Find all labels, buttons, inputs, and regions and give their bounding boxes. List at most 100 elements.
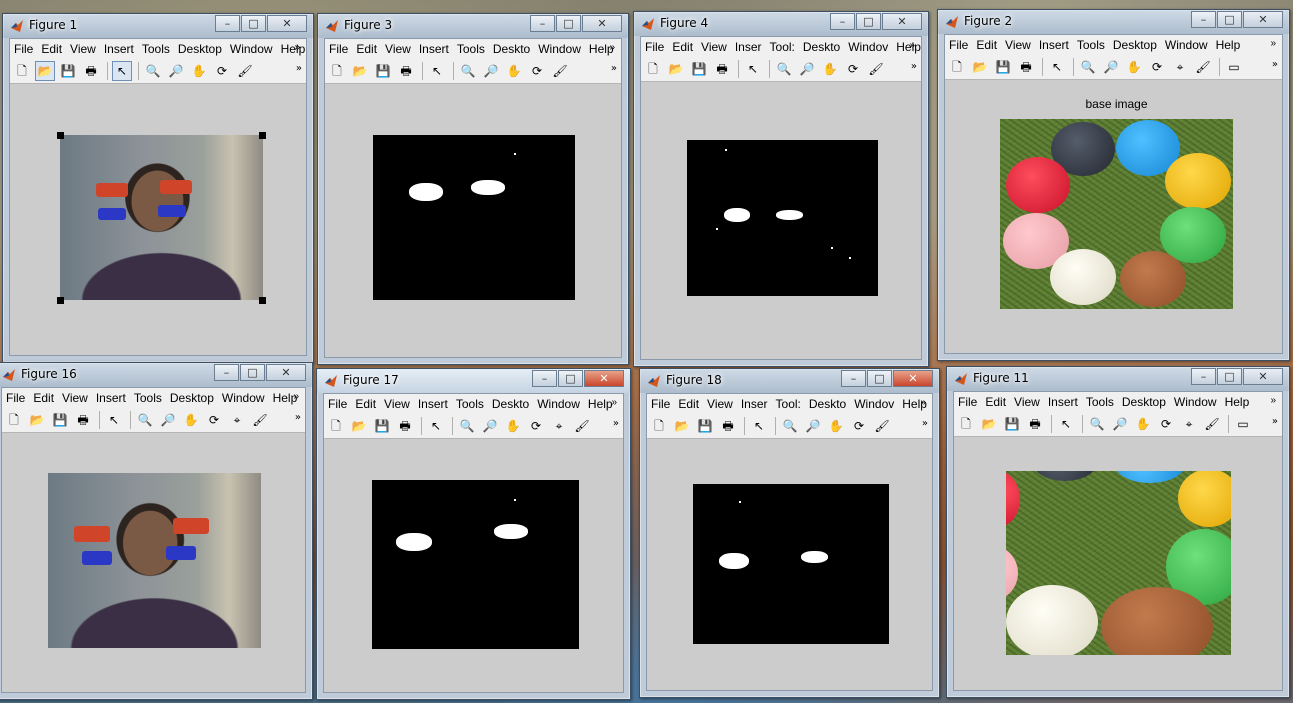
menu-edit[interactable]: Edit xyxy=(668,40,697,54)
menu-edit[interactable]: Edit xyxy=(29,391,58,405)
open-folder-icon[interactable]: 📂 xyxy=(35,61,55,81)
zoom-in-icon[interactable]: 🔍 xyxy=(458,417,476,435)
print-icon[interactable]: 🖶 xyxy=(74,411,92,429)
close-button[interactable]: ✕ xyxy=(584,370,624,387)
menu-desktop[interactable]: Desktop xyxy=(1118,395,1170,409)
minimize-button[interactable]: – xyxy=(830,13,855,30)
menu-desktop[interactable]: Desktop xyxy=(174,42,226,56)
save-icon[interactable]: 💾 xyxy=(690,60,708,78)
menu-edit[interactable]: Edit xyxy=(972,38,1001,52)
menu-file[interactable]: File xyxy=(641,40,668,54)
pointer-icon[interactable]: ↖ xyxy=(1057,415,1075,433)
data-cursor-icon[interactable]: ⌖ xyxy=(1171,58,1189,76)
pan-hand-icon[interactable]: ✋ xyxy=(1134,415,1152,433)
menu-help[interactable]: Help xyxy=(1221,395,1254,409)
open-folder-icon[interactable]: 📂 xyxy=(980,415,998,433)
menu-view[interactable]: View xyxy=(381,42,415,56)
maximize-button[interactable]: □ xyxy=(1217,368,1242,385)
toolbar-overflow-icon[interactable]: » xyxy=(922,418,928,429)
figure-window-17[interactable]: Figure 17 – □ ✕ File Edit View Insert To… xyxy=(316,368,631,700)
open-folder-icon[interactable]: 📂 xyxy=(667,60,685,78)
axes-binary-mask[interactable] xyxy=(372,480,579,649)
menu-overflow-icon[interactable]: » xyxy=(605,42,619,53)
menu-tools[interactable]: Tools xyxy=(453,42,489,56)
save-icon[interactable]: 💾 xyxy=(1003,415,1021,433)
save-icon[interactable]: 💾 xyxy=(374,62,392,80)
pan-hand-icon[interactable]: ✋ xyxy=(827,417,845,435)
menu-file[interactable]: File xyxy=(2,391,29,405)
menu-view[interactable]: View xyxy=(697,40,731,54)
rotate-3d-icon[interactable]: ⟳ xyxy=(1148,58,1166,76)
menu-insert[interactable]: Insert xyxy=(92,391,130,405)
menu-file[interactable]: File xyxy=(954,395,981,409)
pan-hand-icon[interactable]: ✋ xyxy=(190,62,208,80)
menu-tools[interactable]: Tools xyxy=(1082,395,1118,409)
maximize-button[interactable]: □ xyxy=(1217,11,1242,28)
pointer-icon[interactable]: ↖ xyxy=(428,62,446,80)
title-bar[interactable]: Figure 17 – □ ✕ xyxy=(317,369,630,393)
toolbar-overflow-icon[interactable]: » xyxy=(611,63,617,74)
menu-edit[interactable]: Edit xyxy=(981,395,1010,409)
menu-desktop[interactable]: Desktop xyxy=(1109,38,1161,52)
close-button[interactable]: ✕ xyxy=(266,364,306,381)
menu-view[interactable]: View xyxy=(66,42,100,56)
title-bar[interactable]: Figure 3 – □ ✕ xyxy=(318,14,628,38)
toolbar-overflow-icon[interactable]: » xyxy=(1272,59,1278,70)
menu-window[interactable]: Window xyxy=(226,42,277,56)
toolbar-overflow-icon[interactable]: » xyxy=(911,61,917,72)
open-folder-icon[interactable]: 📂 xyxy=(673,417,691,435)
menu-file[interactable]: File xyxy=(10,42,37,56)
brush-icon[interactable]: 🖌 xyxy=(1203,415,1221,433)
brush-icon[interactable]: 🖌 xyxy=(551,62,569,80)
zoom-out-icon[interactable]: 🔎 xyxy=(804,417,822,435)
menu-overflow-icon[interactable]: » xyxy=(1266,395,1280,406)
toolbar-overflow-icon[interactable]: » xyxy=(296,63,302,74)
menu-help[interactable]: Help xyxy=(1212,38,1245,52)
close-button[interactable]: ✕ xyxy=(882,13,922,30)
save-icon[interactable]: 💾 xyxy=(59,62,77,80)
axes-image[interactable] xyxy=(1000,119,1233,309)
menu-insert[interactable]: Inser xyxy=(737,397,772,411)
minimize-button[interactable]: – xyxy=(215,15,240,32)
zoom-in-icon[interactable]: 🔍 xyxy=(775,60,793,78)
menu-overflow-icon[interactable]: » xyxy=(905,40,919,51)
rotate-3d-icon[interactable]: ⟳ xyxy=(850,417,868,435)
menu-desktop[interactable]: Deskto xyxy=(488,397,533,411)
menu-window[interactable]: Window xyxy=(1170,395,1221,409)
toolbar-overflow-icon[interactable]: » xyxy=(1272,416,1278,427)
title-bar[interactable]: Figure 1 – □ ✕ xyxy=(3,14,313,38)
data-cursor-icon[interactable]: ⌖ xyxy=(228,411,246,429)
print-icon[interactable]: 🖶 xyxy=(1017,58,1035,76)
brush-icon[interactable]: 🖌 xyxy=(236,62,254,80)
axes-binary-mask[interactable] xyxy=(693,484,889,644)
zoom-out-icon[interactable]: 🔎 xyxy=(798,60,816,78)
save-icon[interactable]: 💾 xyxy=(696,417,714,435)
axes-binary-mask[interactable] xyxy=(687,140,878,296)
minimize-button[interactable]: – xyxy=(532,370,557,387)
zoom-out-icon[interactable]: 🔎 xyxy=(159,411,177,429)
menu-window[interactable]: Window xyxy=(218,391,269,405)
minimize-button[interactable]: – xyxy=(530,15,555,32)
figure-window-4[interactable]: Figure 4 – □ ✕ File Edit View Inser Tool… xyxy=(633,11,929,367)
menu-file[interactable]: File xyxy=(324,397,351,411)
dock-icon[interactable]: ▭ xyxy=(1225,58,1243,76)
menu-insert[interactable]: Insert xyxy=(1035,38,1073,52)
menu-window[interactable]: Window xyxy=(534,42,585,56)
selection-handle[interactable] xyxy=(259,132,266,139)
save-icon[interactable]: 💾 xyxy=(994,58,1012,76)
close-button[interactable]: ✕ xyxy=(893,370,933,387)
axes-image[interactable] xyxy=(60,135,263,300)
open-folder-icon[interactable]: 📂 xyxy=(351,62,369,80)
figure-window-1[interactable]: Figure 1 – □ ✕ File Edit View Insert Too… xyxy=(2,13,314,363)
menu-view[interactable]: View xyxy=(1010,395,1044,409)
rotate-3d-icon[interactable]: ⟳ xyxy=(844,60,862,78)
title-bar[interactable]: Figure 4 – □ ✕ xyxy=(634,12,928,36)
print-icon[interactable]: 🖶 xyxy=(719,417,737,435)
title-bar[interactable]: Figure 18 – □ ✕ xyxy=(640,369,939,393)
pointer-icon[interactable]: ↖ xyxy=(750,417,768,435)
figure-window-3[interactable]: Figure 3 – □ ✕ File Edit View Insert Too… xyxy=(317,13,629,365)
menu-insert[interactable]: Insert xyxy=(1044,395,1082,409)
zoom-out-icon[interactable]: 🔎 xyxy=(167,62,185,80)
brush-icon[interactable]: 🖌 xyxy=(873,417,891,435)
menu-window[interactable]: Window xyxy=(533,397,584,411)
